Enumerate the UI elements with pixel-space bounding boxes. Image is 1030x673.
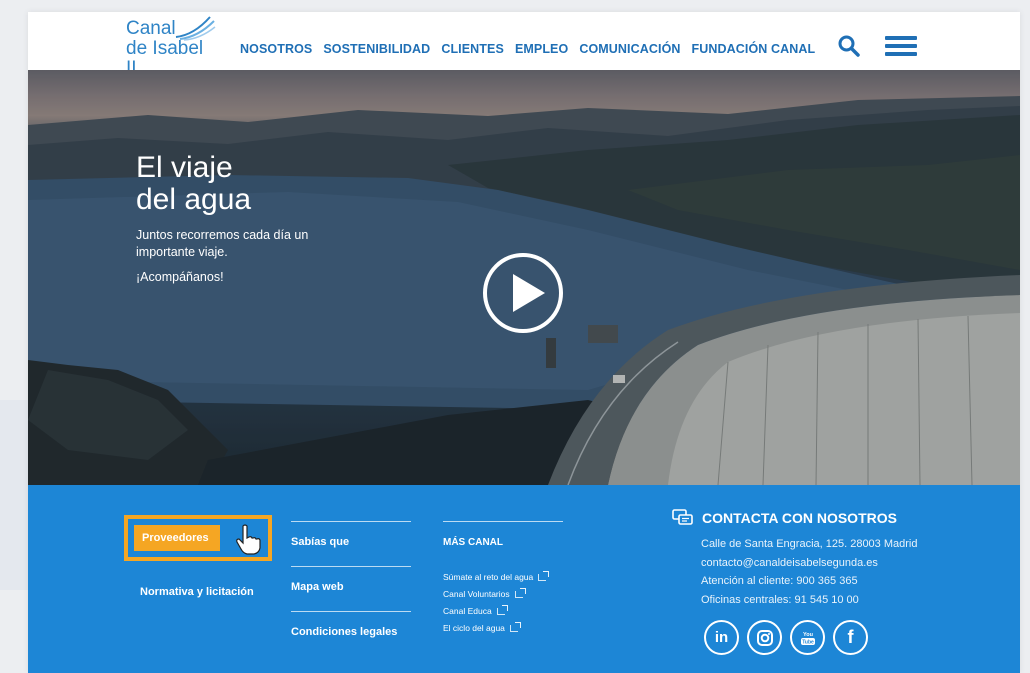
contact-title: CONTACTA CON NOSOTROS	[672, 509, 897, 527]
highlight-box: Proveedores	[124, 515, 272, 561]
browser-page: Canal de Isabel II NOSOTROS SOSTENIBILID…	[28, 12, 1020, 673]
footer-col-1: Normativa y licitación	[140, 582, 254, 600]
external-link-icon	[509, 621, 521, 632]
divider	[443, 521, 563, 522]
play-icon	[513, 274, 545, 312]
footer-link-condiciones-legales[interactable]: Condiciones legales	[291, 626, 397, 638]
canal-logo[interactable]: Canal de Isabel II	[126, 16, 216, 79]
play-video-button[interactable]	[483, 253, 563, 333]
youtube-glyph: You Tube	[800, 632, 815, 645]
external-link-icon	[514, 587, 526, 598]
contact-details: Calle de Santa Engracia, 125. 28003 Madr…	[701, 535, 917, 609]
linkedin-icon[interactable]: in	[704, 620, 739, 655]
youtube-icon[interactable]: You Tube	[790, 620, 825, 655]
proveedores-highlight: Proveedores	[134, 525, 220, 551]
footer-link-reto-agua[interactable]: Súmate al reto del agua	[443, 570, 563, 582]
nav-item-comunicacion[interactable]: COMUNICACIÓN	[579, 42, 680, 56]
link-label: El ciclo del agua	[443, 623, 505, 633]
hero-title-line1: El viaje	[136, 151, 233, 184]
main-nav: NOSOTROS SOSTENIBILIDAD CLIENTES EMPLEO …	[240, 42, 815, 56]
nav-item-nosotros[interactable]: NOSOTROS	[240, 42, 312, 56]
external-link-icon	[496, 604, 508, 615]
link-label: Canal Voluntarios	[443, 589, 510, 599]
site-footer: Proveedores Normativa y licitación Sabía…	[28, 485, 1020, 673]
contact-office-phone: Oficinas centrales: 91 545 10 00	[701, 593, 859, 606]
footer-link-canal-voluntarios[interactable]: Canal Voluntarios	[443, 587, 563, 599]
footer-link-mapa-web[interactable]: Mapa web	[291, 581, 344, 593]
footer-link-sabias-que[interactable]: Sabías que	[291, 536, 349, 548]
hero-title-line2: del agua	[136, 183, 252, 216]
link-label: Súmate al reto del agua	[443, 572, 534, 582]
nav-item-clientes[interactable]: CLIENTES	[441, 42, 504, 56]
hamburger-menu-icon[interactable]	[885, 36, 917, 56]
hero-title: El viaje del agua	[136, 152, 251, 216]
svg-text:Tube: Tube	[802, 639, 814, 645]
nav-item-fundacion-canal[interactable]: FUNDACIÓN CANAL	[692, 42, 816, 56]
footer-link-normativa[interactable]: Normativa y licitación	[140, 586, 254, 598]
contact-email[interactable]: contacto@canaldeisabelsegunda.es	[701, 554, 917, 573]
hero-subtitle: Juntos recorremos cada día un importante…	[136, 228, 309, 259]
external-link-icon	[538, 570, 550, 581]
instagram-icon[interactable]	[747, 620, 782, 655]
contact-address: Calle de Santa Engracia, 125. 28003 Madr…	[701, 538, 918, 550]
social-links: in You Tube f	[704, 620, 868, 655]
contact-title-text: CONTACTA CON NOSOTROS	[702, 510, 897, 526]
site-header: Canal de Isabel II NOSOTROS SOSTENIBILID…	[28, 12, 1020, 79]
footer-link-canal-educa[interactable]: Canal Educa	[443, 604, 563, 616]
hero-cta-text[interactable]: ¡Acompáñanos!	[136, 270, 224, 284]
facebook-icon[interactable]: f	[833, 620, 868, 655]
footer-link-ciclo-agua[interactable]: El ciclo del agua	[443, 621, 563, 633]
footer-col-2: Sabías que Mapa web Condiciones legales	[291, 521, 411, 640]
nav-item-sostenibilidad[interactable]: SOSTENIBILIDAD	[323, 42, 430, 56]
nav-item-empleo[interactable]: EMPLEO	[515, 42, 568, 56]
divider	[291, 566, 411, 567]
link-label: Canal Educa	[443, 606, 492, 616]
chat-bubbles-icon	[672, 509, 693, 525]
footer-link-proveedores[interactable]: Proveedores	[142, 532, 209, 544]
search-icon[interactable]	[837, 34, 861, 58]
hero-banner: El viaje del agua Juntos recorremos cada…	[28, 70, 1020, 485]
facebook-label: f	[847, 627, 854, 647]
divider	[291, 611, 411, 612]
contact-customer-phone: Atención al cliente: 900 365 365	[701, 575, 858, 587]
pointer-hand-icon	[236, 524, 261, 555]
linkedin-label: in	[714, 629, 729, 646]
instagram-glyph	[756, 629, 773, 646]
logo-text-line1: Canal	[126, 18, 176, 39]
svg-text:You: You	[803, 632, 813, 638]
footer-col-3: MÁS CANAL Súmate al reto del agua Canal …	[443, 521, 563, 633]
footer-title-mas-canal: MÁS CANAL	[443, 537, 503, 548]
divider	[291, 521, 411, 522]
page-background-strip	[0, 400, 28, 590]
